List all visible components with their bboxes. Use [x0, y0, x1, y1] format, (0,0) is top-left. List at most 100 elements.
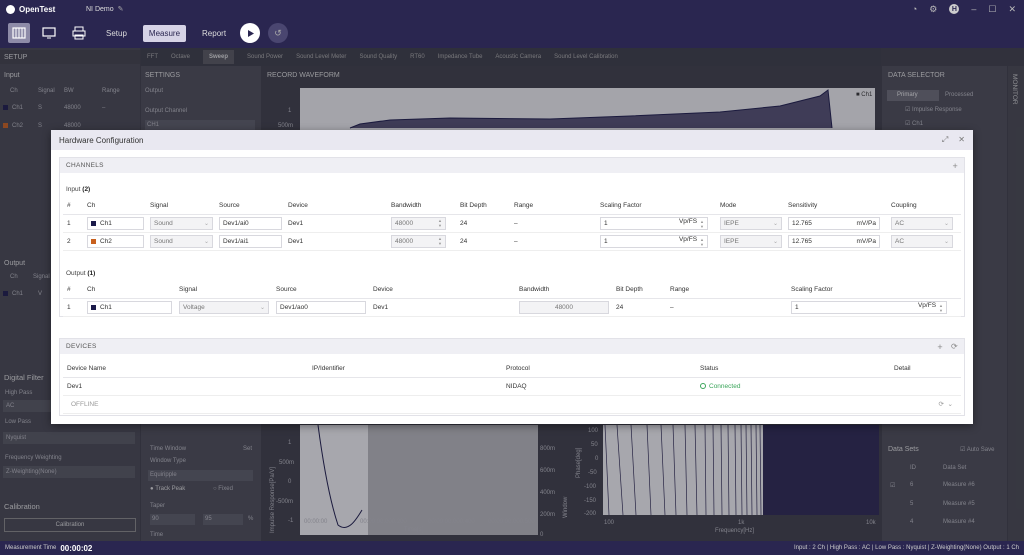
app-name: OpenTest — [19, 4, 56, 14]
stepper-icon: ▲ ▼ — [438, 236, 442, 246]
avatar[interactable]: H — [949, 4, 960, 14]
signal-select[interactable]: Sound ⌄ — [150, 234, 213, 248]
source-input[interactable]: Dev1/ai1 — [219, 234, 282, 248]
ch-color-swatch[interactable] — [91, 238, 96, 244]
col-detail: Detail — [890, 361, 961, 378]
bandwidth-input[interactable]: 48000 — [519, 300, 609, 314]
stepper-icon: ▲ ▼ — [700, 236, 704, 247]
col-device: Device — [284, 198, 387, 215]
refresh-icon[interactable]: ⟳ — [951, 342, 958, 351]
bit-depth-cell: 24 — [612, 298, 666, 317]
add-channel-icon[interactable]: + — [952, 161, 958, 171]
col-range: Range — [510, 198, 596, 215]
offline-label: OFFLINE — [63, 395, 890, 414]
minimize-icon[interactable]: – — [971, 4, 976, 14]
ch-name-input[interactable]: Ch2 — [87, 234, 144, 248]
signal-select[interactable]: Voltage ⌄ — [179, 300, 269, 314]
row-num: 1 — [63, 298, 83, 317]
col-ch: Ch — [83, 282, 175, 299]
chevron-down-icon: ⌄ — [772, 238, 778, 245]
measurement-time: 00:00:02 — [60, 543, 93, 553]
printer-button[interactable] — [68, 23, 90, 43]
maximize-icon[interactable]: ☐ — [988, 4, 996, 15]
stepper-icon: ▲ ▼ — [438, 218, 442, 228]
range-cell: – — [510, 232, 596, 251]
channels-header: CHANNELS + — [60, 158, 964, 173]
source-input[interactable]: Dev1/ao0 — [276, 300, 366, 314]
source-input[interactable]: Dev1/ai0 — [219, 216, 282, 230]
col-device: Device — [369, 282, 515, 299]
add-device-icon[interactable]: + — [937, 342, 943, 352]
setup-nav[interactable]: Setup — [100, 25, 133, 42]
scaling-input[interactable]: 1 Vp/FS ▲ ▼ — [600, 216, 708, 230]
monitor-button[interactable] — [38, 23, 60, 43]
col-ip: IP/Identifier — [308, 361, 502, 378]
bandwidth-input[interactable]: 48000 ▲ ▼ — [391, 216, 446, 230]
coupling-select[interactable]: AC ⌄ — [891, 234, 953, 248]
signal-select[interactable]: Sound ⌄ — [150, 216, 213, 230]
channels-section: CHANNELS + Input (2) # Ch Signal Source … — [59, 157, 965, 317]
close-icon[interactable]: ✕ — [958, 135, 965, 145]
edit-icon[interactable]: ✎ — [118, 5, 124, 13]
chevron-down-icon: ⌄ — [203, 220, 209, 227]
input-row: 2 Ch2 Sound ⌄ Dev1/ai1 Dev1 48000 ▲ ▼ 24 – … — [63, 232, 961, 251]
col-status: Status — [696, 361, 890, 378]
dialog-title: Hardware Configuration — [59, 135, 144, 145]
chevron-down-icon: ⌄ — [259, 304, 265, 311]
report-nav[interactable]: Report — [196, 25, 232, 42]
status-bar: Measurement Time 00:00:02 Input : 2 Ch |… — [0, 541, 1024, 555]
ch-color-swatch[interactable] — [91, 220, 96, 226]
input-label: Input (2) — [66, 186, 91, 193]
col-num: # — [63, 282, 83, 299]
output-row: 1 Ch1 Voltage ⌄ Dev1/ao0 Dev1 48000 24 – … — [63, 298, 961, 317]
settings-icon[interactable]: ⚙ — [929, 4, 937, 15]
scaling-input[interactable]: 1 Vp/FS ▲ ▼ — [791, 300, 947, 314]
project-name[interactable]: NI Demo — [86, 6, 114, 13]
col-coupling: Coupling — [887, 198, 961, 215]
device-cell: Dev1 — [284, 214, 387, 233]
input-row: 1 Ch1 Sound ⌄ Dev1/ai0 Dev1 48000 ▲ ▼ 24 – … — [63, 214, 961, 233]
input-header-row: # Ch Signal Source Device Bandwidth Bit … — [63, 198, 961, 215]
ch-name-input[interactable]: Ch1 — [87, 216, 144, 230]
device-detail-cell — [890, 377, 961, 396]
device-name-cell: Dev1 — [63, 377, 308, 396]
col-mode: Mode — [716, 198, 784, 215]
sensitivity-input[interactable]: 12.765 mV/Pa — [788, 234, 880, 248]
device-row[interactable]: Dev1 NIDAQ Connected — [63, 377, 961, 396]
measure-nav[interactable]: Measure — [142, 24, 187, 42]
col-bandwidth: Bandwidth — [387, 198, 456, 215]
col-sensitivity: Sensitivity — [784, 198, 887, 215]
stepper-icon: ▲ ▼ — [939, 302, 943, 313]
chevron-down-icon: ⌄ — [203, 238, 209, 245]
ch-name-input[interactable]: Ch1 — [87, 300, 172, 314]
chevron-down-icon[interactable]: ⌄ — [948, 401, 953, 408]
scaling-input[interactable]: 1 Vp/FS ▲ ▼ — [600, 234, 708, 248]
refresh-icon[interactable]: ⟳ — [938, 401, 943, 408]
mode-select[interactable]: IEPE ⌄ — [720, 216, 782, 230]
close-window-icon[interactable]: ✕ — [1008, 4, 1016, 15]
dialog-header: Hardware Configuration ⤢ ✕ — [51, 130, 973, 150]
col-signal: Signal — [175, 282, 272, 299]
play-icon — [247, 29, 254, 37]
sensitivity-input[interactable]: 12.765 mV/Pa — [788, 216, 880, 230]
coupling-select[interactable]: AC ⌄ — [891, 216, 953, 230]
mode-select[interactable]: IEPE ⌄ — [720, 234, 782, 248]
clock-icon[interactable]: ◔ — [912, 4, 917, 14]
chevron-down-icon: ⌄ — [943, 238, 949, 245]
measurement-time-label: Measurement Time — [5, 545, 57, 551]
output-table: # Ch Signal Source Device Bandwidth Bit … — [63, 282, 961, 317]
input-table: # Ch Signal Source Device Bandwidth Bit … — [63, 198, 961, 251]
hardware-button[interactable] — [8, 23, 30, 43]
device-cell: Dev1 — [284, 232, 387, 251]
undo-button[interactable]: ↺ — [268, 23, 289, 43]
ch-color-swatch[interactable] — [91, 304, 96, 310]
chevron-down-icon: ⌄ — [943, 220, 949, 227]
range-cell: – — [510, 214, 596, 233]
expand-icon[interactable]: ⤢ — [942, 135, 948, 145]
play-button[interactable] — [240, 23, 261, 43]
offline-row[interactable]: OFFLINE ⟳ ⌄ — [63, 395, 961, 414]
bandwidth-input[interactable]: 48000 ▲ ▼ — [391, 234, 446, 248]
status-summary: Input : 2 Ch | High Pass : AC | Low Pass… — [794, 545, 1019, 551]
range-cell: – — [666, 298, 787, 317]
hardware-icon — [12, 27, 26, 39]
